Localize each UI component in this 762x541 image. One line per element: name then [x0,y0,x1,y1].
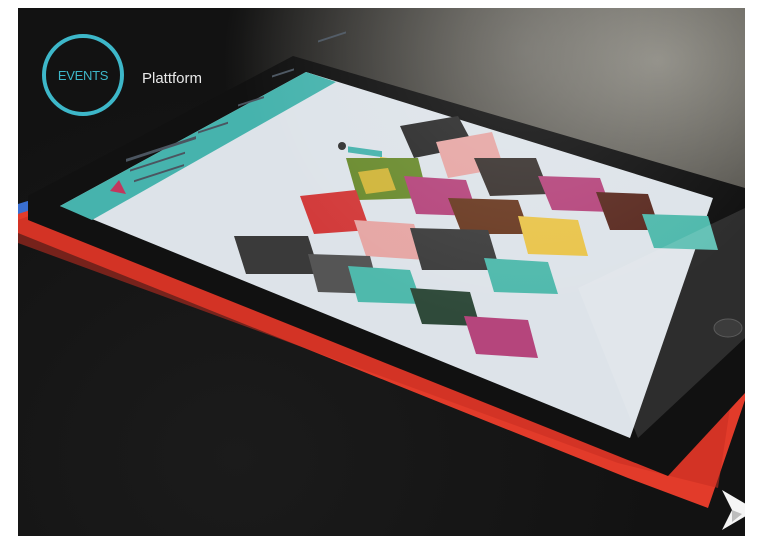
brand-arrow-icon [722,490,745,530]
platform-title: Plattform [142,70,203,87]
tablet-scene [18,31,745,508]
events-badge-label: EVENTS [57,67,109,83]
photo [18,8,745,536]
